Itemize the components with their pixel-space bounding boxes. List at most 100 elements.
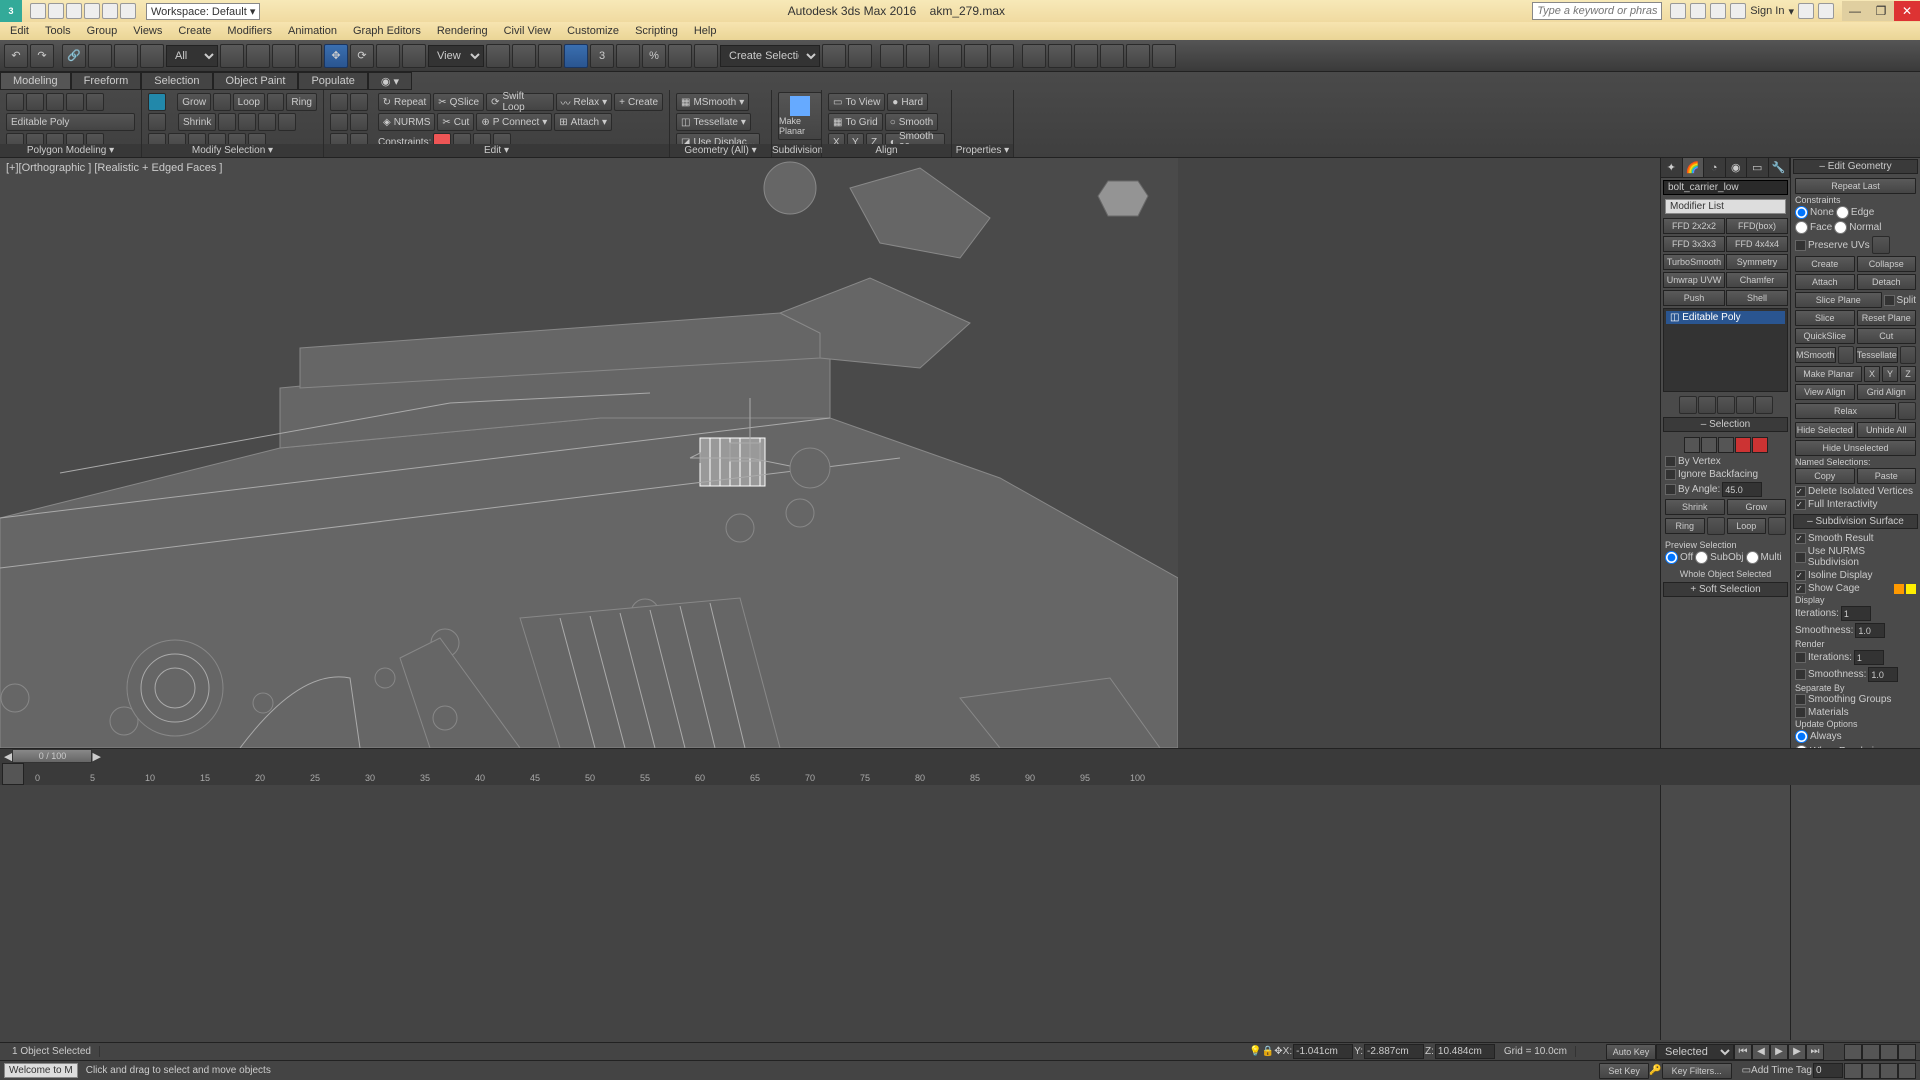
poly-mode2-icon[interactable] <box>26 93 44 111</box>
nav-orbit-icon[interactable] <box>1844 1063 1862 1079</box>
time-right-icon[interactable]: ▶ <box>92 750 100 763</box>
graphite-toggle-button[interactable] <box>906 44 930 68</box>
sep-smoothing-check[interactable] <box>1795 694 1806 705</box>
stack-show-icon[interactable] <box>1698 396 1716 414</box>
hide-unselected-button[interactable]: Hide Unselected <box>1795 440 1916 456</box>
select-move-button[interactable]: ✥ <box>324 44 348 68</box>
nav-zoom-all-icon[interactable] <box>1898 1044 1916 1060</box>
loop-spin-icon[interactable] <box>1768 517 1786 535</box>
time-config-button[interactable] <box>2 763 24 785</box>
maximize-button[interactable]: ❐ <box>1868 1 1894 21</box>
mod-unwrap-button[interactable]: Unwrap UVW <box>1663 272 1725 288</box>
link-button[interactable]: 🔗 <box>62 44 86 68</box>
split-check[interactable] <box>1884 295 1895 306</box>
mod-ffd2-button[interactable]: FFD 2x2x2 <box>1663 218 1725 234</box>
modifier-stack[interactable]: ◫ Editable Poly <box>1663 308 1788 392</box>
sel-ring-button[interactable]: Ring <box>1665 518 1705 534</box>
rollout-selection[interactable]: – Selection <box>1663 417 1788 432</box>
tessellate-button[interactable]: ◫ Tessellate ▾ <box>676 113 751 131</box>
grid-align-button[interactable]: Grid Align <box>1857 384 1917 400</box>
undo-button[interactable]: ↶ <box>4 44 28 68</box>
nav-max-icon[interactable] <box>1898 1063 1916 1079</box>
auto-key-button[interactable]: Auto Key <box>1606 1044 1656 1060</box>
menu-help[interactable]: Help <box>688 25 723 37</box>
menu-modifiers[interactable]: Modifiers <box>221 25 278 37</box>
render-smoothness-input[interactable] <box>1868 667 1898 682</box>
select-scale-button[interactable] <box>376 44 400 68</box>
cmd-tab-modify-icon[interactable]: 🌈 <box>1683 158 1705 177</box>
modifier-list-dropdown[interactable]: Modifier List <box>1665 199 1786 214</box>
set-key-button[interactable]: Set Key <box>1599 1063 1649 1079</box>
schematic-button[interactable] <box>140 44 164 68</box>
msmooth-geo-button[interactable]: MSmooth <box>1795 347 1836 363</box>
edit3-icon[interactable] <box>330 113 348 131</box>
select-by-name-button[interactable] <box>246 44 270 68</box>
object-name-field[interactable]: bolt_carrier_low <box>1663 180 1788 195</box>
rollout-subdiv-surface[interactable]: – Subdivision Surface <box>1793 514 1918 529</box>
menu-customize[interactable]: Customize <box>561 25 625 37</box>
stack-config-icon[interactable] <box>1755 396 1773 414</box>
anim-play-icon[interactable]: ▶ <box>1770 1044 1788 1060</box>
menu-civil-view[interactable]: Civil View <box>498 25 557 37</box>
time-left-icon[interactable]: ◀ <box>4 750 12 763</box>
sel-opt2-icon[interactable] <box>238 113 256 131</box>
mod-shell-button[interactable]: Shell <box>1726 290 1788 306</box>
cmd-tab-create-icon[interactable]: ✦ <box>1661 158 1683 177</box>
material-editor-button[interactable] <box>990 44 1014 68</box>
poly-mode1-icon[interactable] <box>6 93 24 111</box>
coord-z-input[interactable] <box>1435 1044 1495 1059</box>
viewport[interactable]: [+][Orthographic ] [Realistic + Edged Fa… <box>0 158 1178 748</box>
delete-iso-check[interactable] <box>1795 486 1806 497</box>
quickslice-button[interactable]: QuickSlice <box>1795 328 1855 344</box>
menu-graph-editors[interactable]: Graph Editors <box>347 25 427 37</box>
panel-title-polymodeling[interactable]: Polygon Modeling ▾ <box>0 144 141 157</box>
constraint-edge-radio[interactable] <box>1836 206 1849 219</box>
isoline-check[interactable] <box>1795 570 1806 581</box>
user-icon[interactable] <box>1730 3 1746 19</box>
to-view-button[interactable]: ▭ To View <box>828 93 885 111</box>
cmd-tab-display-icon[interactable]: ▭ <box>1747 158 1769 177</box>
viewport-label[interactable]: [+][Orthographic ] [Realistic + Edged Fa… <box>6 162 222 174</box>
view-align-button[interactable]: View Align <box>1795 384 1855 400</box>
coord-y-input[interactable] <box>1364 1044 1424 1059</box>
collapse-button[interactable]: Collapse <box>1857 256 1917 272</box>
preview-off-radio[interactable] <box>1665 551 1678 564</box>
stack-remove-icon[interactable] <box>1736 396 1754 414</box>
sel-vertex-icon[interactable] <box>1684 437 1700 453</box>
qat-undo-icon[interactable] <box>84 3 100 19</box>
pivot-center-button[interactable] <box>486 44 510 68</box>
full-interactivity-check[interactable] <box>1795 499 1806 510</box>
ignore-backfacing-check[interactable] <box>1665 469 1676 480</box>
mod-symmetry-button[interactable]: Symmetry <box>1726 254 1788 270</box>
rect-region-button[interactable] <box>272 44 296 68</box>
hide-selected-button[interactable]: Hide Selected <box>1795 422 1855 438</box>
poly-mode3-icon[interactable] <box>46 93 64 111</box>
lock-icon[interactable]: 💡 <box>1249 1046 1261 1057</box>
sel-edge-icon[interactable] <box>1701 437 1717 453</box>
render-production-button[interactable] <box>1074 44 1098 68</box>
planar-z-button[interactable]: Z <box>1900 366 1916 382</box>
bind-button[interactable] <box>114 44 138 68</box>
grow-button[interactable]: Grow <box>177 93 211 111</box>
nav-zoom-extents-icon[interactable] <box>1880 1044 1898 1060</box>
nav-zoom-icon[interactable] <box>1862 1044 1880 1060</box>
nav-walk-icon[interactable] <box>1880 1063 1898 1079</box>
preview-subobj-radio[interactable] <box>1695 551 1708 564</box>
msmooth-opt-icon[interactable] <box>1838 346 1854 364</box>
relax-button[interactable]: 〰 Relax ▾ <box>556 93 613 111</box>
nav-fov-icon[interactable] <box>1862 1063 1880 1079</box>
stack-pin-icon[interactable] <box>1679 396 1697 414</box>
menu-edit[interactable]: Edit <box>4 25 35 37</box>
slice-plane-button[interactable]: Slice Plane <box>1795 292 1882 308</box>
preview-sel-icon[interactable] <box>148 93 166 111</box>
use-nurms-check[interactable] <box>1795 552 1806 563</box>
anim-next-icon[interactable]: ▶ <box>1788 1044 1806 1060</box>
to-grid-button[interactable]: ▦ To Grid <box>828 113 883 131</box>
render-iterations-input[interactable] <box>1854 650 1884 665</box>
repeat-last-button[interactable]: Repeat Last <box>1795 178 1916 194</box>
p-connect-button[interactable]: ⊕ P Connect ▾ <box>476 113 552 131</box>
sel-opt4-icon[interactable] <box>278 113 296 131</box>
constraint-normal-radio[interactable] <box>1834 221 1847 234</box>
relax-geo-button[interactable]: Relax <box>1795 403 1896 419</box>
loop-button[interactable]: Loop <box>233 93 265 111</box>
